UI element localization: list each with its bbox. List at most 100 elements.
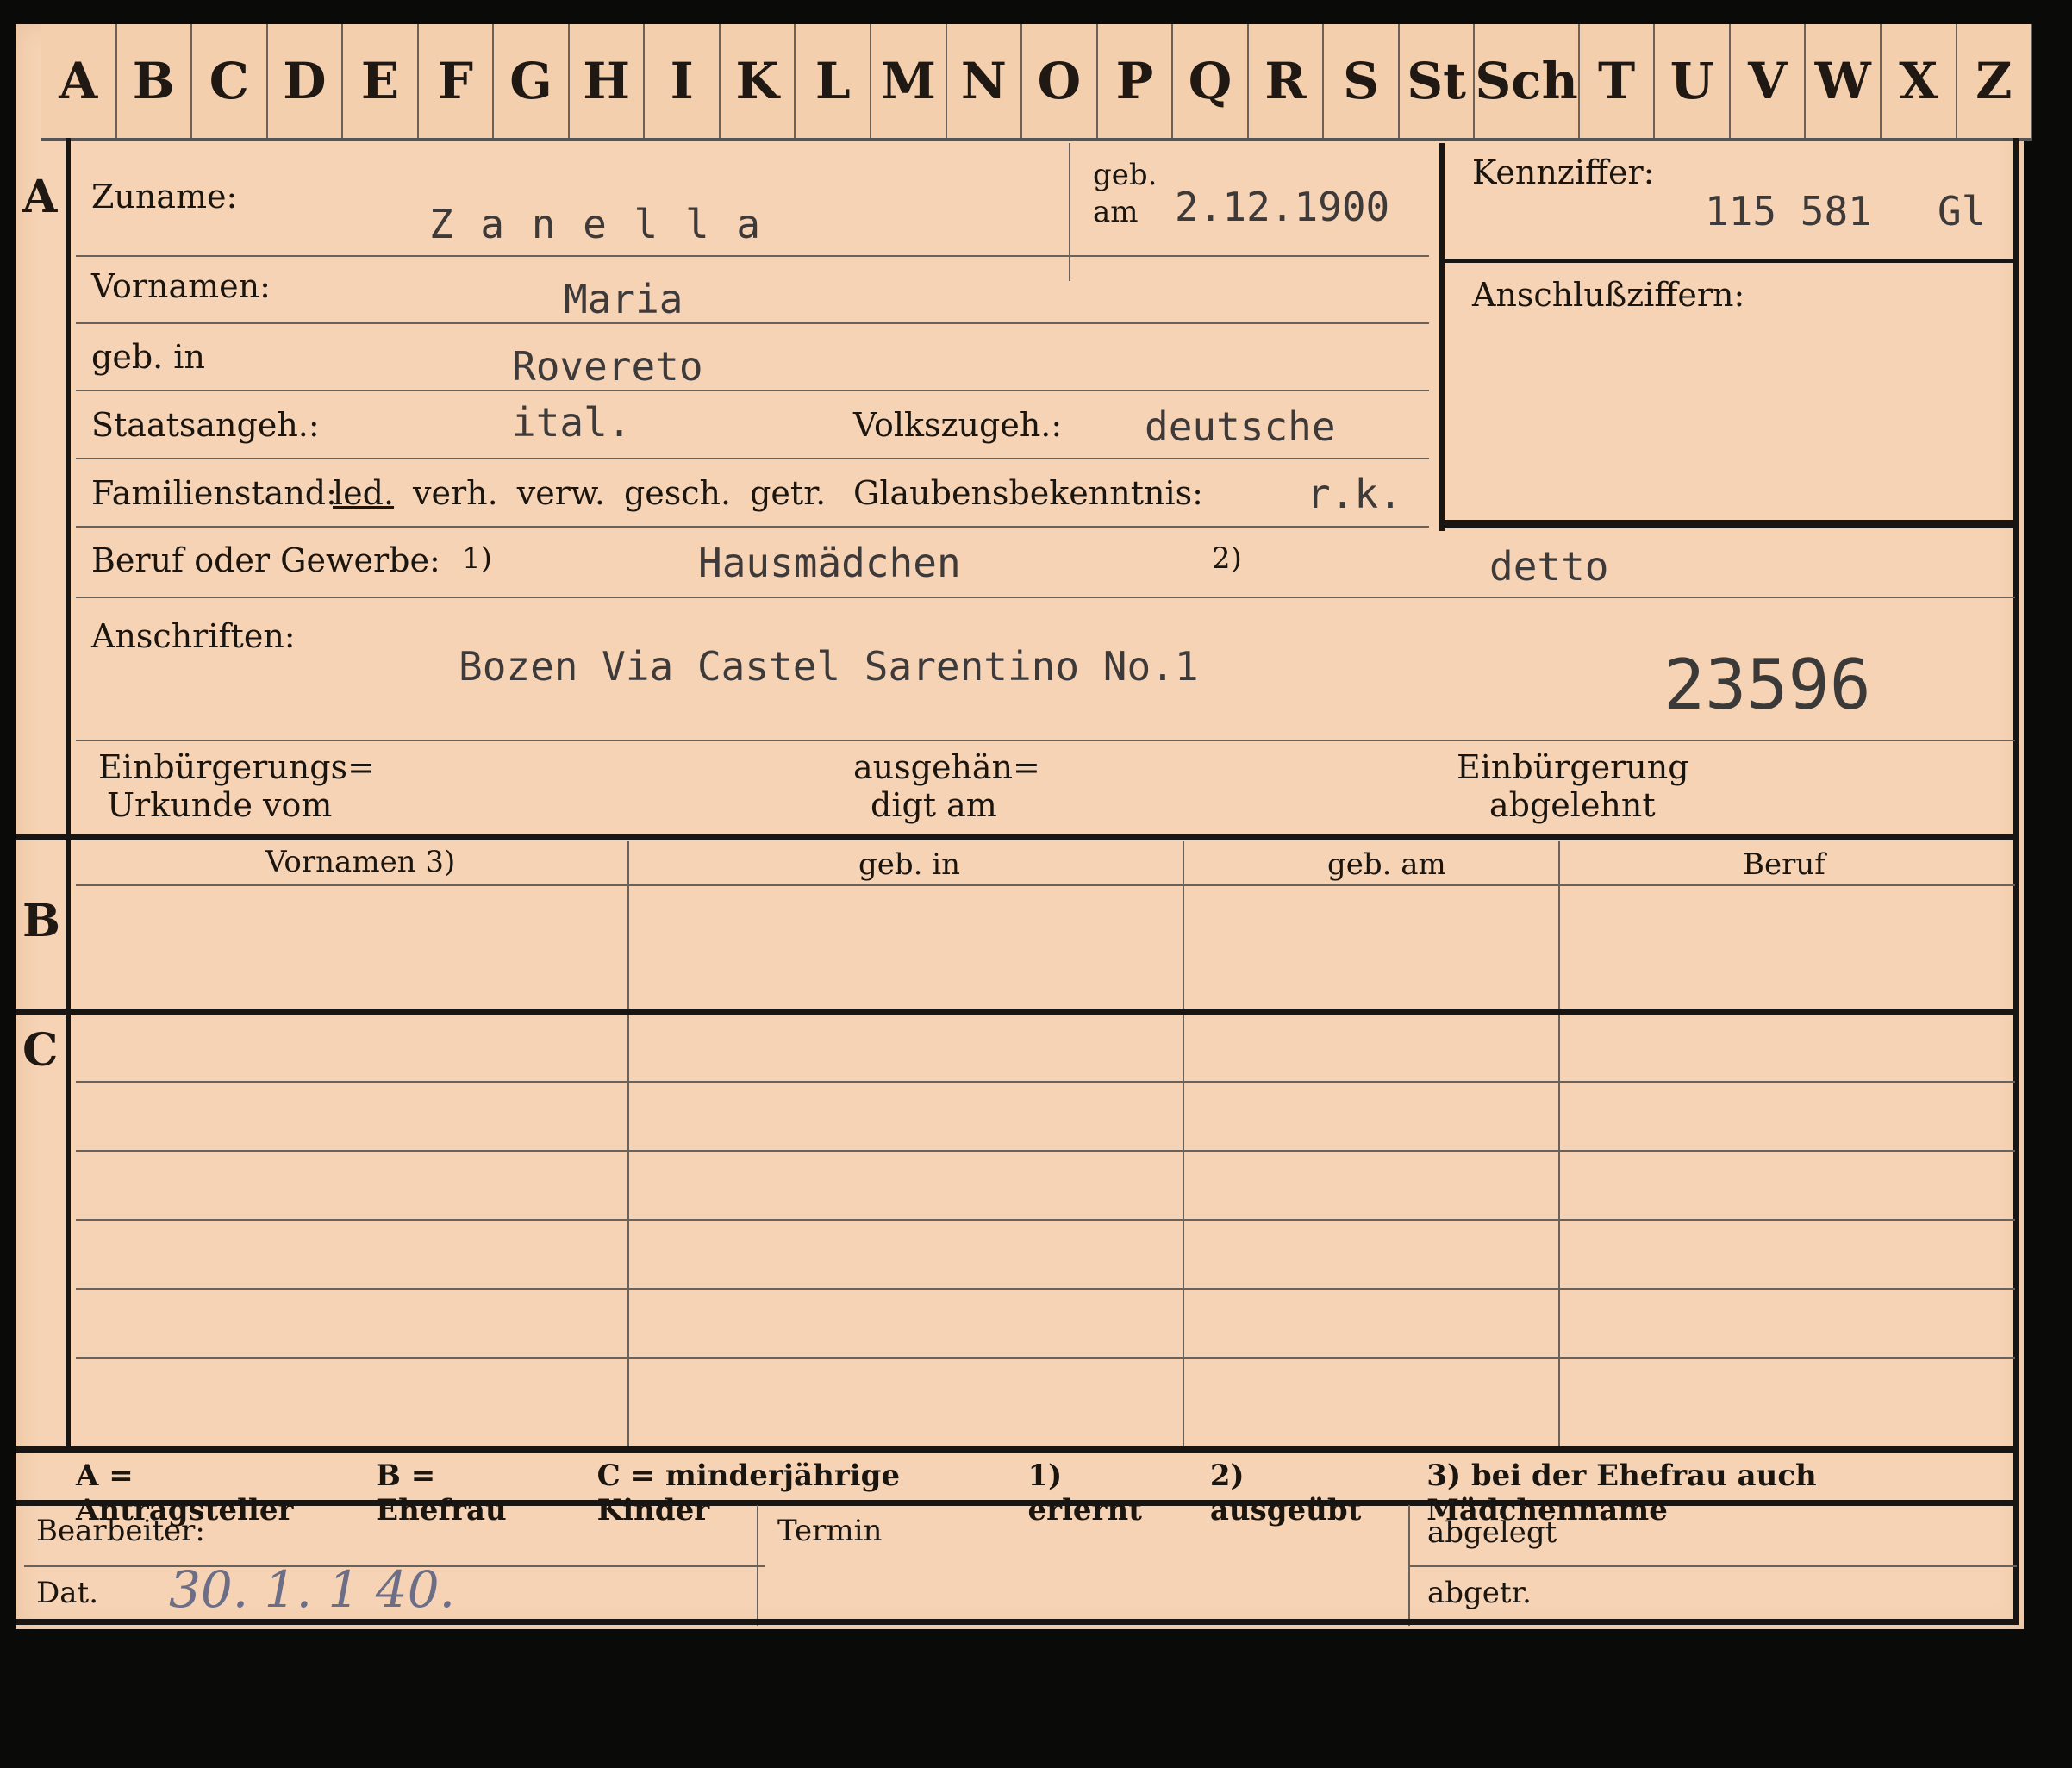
alphabet-index-tabs: A B C D E F G H I K L M N O P Q R S St Sch T U V W X Z [41, 24, 2033, 141]
table-b-header-geb-am: geb. am [1327, 847, 1446, 882]
einb-urkunde-label-1: Einbürgerungs= [98, 748, 375, 786]
card-bottom-border [16, 1619, 2019, 1625]
anschriften-label: Anschriften: [91, 617, 296, 655]
table-row-line [76, 1357, 2015, 1359]
kennziffer-suffix: Gl [1938, 188, 1986, 234]
index-tab: S [1324, 24, 1400, 138]
index-tab: B [117, 24, 193, 138]
section-c-letter: C [22, 1024, 59, 1077]
divider [1439, 520, 2017, 528]
beruf-ausgeuebt-value: detto [1489, 543, 1609, 590]
familienstand-label: Familienstand: [91, 474, 337, 512]
divider [1439, 259, 2017, 263]
index-tab: Z [1957, 24, 2033, 138]
vornamen-value: Maria [564, 276, 683, 322]
divider [76, 458, 1429, 459]
dat-value: 30. 1. 1 40. [169, 1560, 456, 1619]
table-row-line [76, 1081, 2015, 1083]
column-divider [1558, 841, 1560, 1446]
staatsangeh-value: ital. [512, 399, 632, 446]
beruf-erlernt-value: Hausmädchen [698, 540, 961, 586]
index-tab: St [1400, 24, 1476, 138]
section-a-letter: A [22, 171, 58, 223]
divider [1408, 1565, 2017, 1567]
legend-b: B = Ehefrau [376, 1459, 507, 1527]
stamp-number: 23596 [1663, 645, 1871, 725]
fam-option-gesch: gesch. [623, 474, 732, 512]
divider [1069, 143, 1070, 281]
index-tab: M [871, 24, 947, 138]
kennziffer-box-left [1439, 143, 1445, 531]
anschrift-value: Bozen Via Castel Sarentino No.1 [459, 643, 1199, 690]
fam-option-verh: verh. [413, 474, 498, 512]
geb-am-label-1: geb. [1093, 158, 1158, 192]
index-tab: Q [1173, 24, 1249, 138]
column-divider [627, 841, 629, 1446]
index-tab: O [1022, 24, 1098, 138]
table-row-line [76, 1288, 2015, 1290]
volkszugeh-value: deutsche [1145, 403, 1336, 450]
index-tab: X [1882, 24, 1957, 138]
divider [76, 255, 1429, 257]
fam-option-getr: getr. [750, 474, 827, 512]
abgelegt-label: abgelegt [1427, 1515, 1557, 1550]
index-tab: D [268, 24, 344, 138]
index-tab: H [570, 24, 646, 138]
ausgehaendigt-label-2: digt am [871, 786, 997, 824]
table-row-line [76, 1219, 2015, 1221]
index-tab: T [1580, 24, 1656, 138]
zuname-value: Z a n e l l a [429, 201, 763, 247]
column-divider [1183, 841, 1184, 1446]
table-b-header-geb-in: geb. in [858, 847, 961, 882]
table-b-header-beruf: Beruf [1743, 847, 1825, 882]
abgetr-label: abgetr. [1427, 1576, 1532, 1610]
divider [76, 322, 1429, 324]
bearbeiter-label: Bearbeiter: [36, 1514, 205, 1548]
kennziffer-label: Kennziffer: [1472, 153, 1655, 191]
einb-abgelehnt-label-1: Einbürgerung [1457, 748, 1689, 786]
table-row-line [76, 1150, 2015, 1152]
index-tab: Sch [1475, 24, 1580, 138]
geb-in-value: Rovereto [512, 343, 703, 390]
termin-label: Termin [777, 1514, 883, 1548]
index-tab: A [41, 24, 117, 138]
geb-am-label-2: am [1093, 195, 1139, 229]
index-tab: L [796, 24, 872, 138]
einb-abgelehnt-label-2: abgelehnt [1489, 786, 1656, 824]
geb-am-value: 2.12.1900 [1175, 184, 1390, 230]
legend-line: A = Antragsteller B = Ehefrau C = minder… [76, 1459, 2024, 1527]
glaubensbekenntnis-label: Glaubensbekenntnis: [853, 474, 1203, 512]
familienstand-options: led. verh. verw. gesch. getr. [333, 474, 826, 512]
beruf-label: Beruf oder Gewerbe: [91, 541, 440, 579]
left-border [66, 138, 71, 1448]
divider [76, 526, 1429, 528]
anschlussziffern-label: Anschlußziffern: [1472, 276, 1745, 314]
zuname-label: Zuname: [91, 178, 238, 216]
vornamen-label: Vornamen: [91, 267, 271, 305]
fam-option-led: led. [333, 474, 395, 512]
kennziffer-value: 115 581 [1705, 188, 1872, 234]
index-tab: E [343, 24, 419, 138]
divider [76, 390, 1429, 391]
legend-fn2: 2) ausgeübt [1209, 1459, 1362, 1527]
index-tab: W [1806, 24, 1882, 138]
divider [757, 1505, 758, 1626]
fam-option-verw: verw. [516, 474, 605, 512]
index-tab: R [1249, 24, 1325, 138]
index-tab: F [419, 24, 495, 138]
beruf-footnote-1: 1) [462, 541, 492, 576]
legend-fn1: 1) erlernt [1027, 1459, 1142, 1527]
legend-bottom-border [16, 1500, 2019, 1506]
geb-in-label: geb. in [91, 338, 205, 376]
ausgehaendigt-label-1: ausgehän= [853, 748, 1040, 786]
table-b-header-vornamen: Vornamen 3) [265, 845, 456, 879]
staatsangeh-label: Staatsangeh.: [91, 406, 320, 444]
index-tab: V [1731, 24, 1807, 138]
index-tab: U [1655, 24, 1731, 138]
legend-top-border [16, 1446, 2019, 1453]
index-tab: K [721, 24, 796, 138]
index-tab: N [947, 24, 1023, 138]
beruf-footnote-2: 2) [1212, 541, 1242, 576]
index-tab: G [494, 24, 570, 138]
section-b-letter: B [22, 895, 60, 947]
